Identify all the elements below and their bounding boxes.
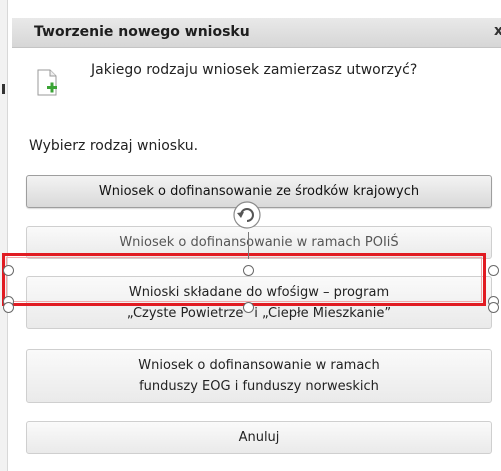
question-text: Jakiego rodzaju wniosek zamierzasz utwor… <box>91 62 418 78</box>
document-add-icon <box>37 69 57 96</box>
dialog-title: Tworzenie nowego wniosku <box>34 24 250 40</box>
option-label-line-2: funduszy EOG i funduszy norweskich <box>139 379 379 394</box>
resize-handle-bottom-right[interactable] <box>488 302 499 313</box>
option-eog-norway-funds-button[interactable]: Wniosek o dofinansowanie w ramach fundus… <box>26 349 492 403</box>
option-label-line-2: „Czyste Powietrze” i „Ciepłe Mieszkanie” <box>126 305 392 321</box>
rotation-stem <box>248 232 249 259</box>
rotate-handle-icon[interactable] <box>232 200 262 230</box>
resize-handle-top-right[interactable] <box>488 265 499 276</box>
resize-handle-top[interactable] <box>243 265 254 276</box>
new-application-dialog: Tworzenie nowego wniosku x Jakiego rodza… <box>12 18 501 471</box>
option-label: Wniosek o dofinansowanie ze środków kraj… <box>98 184 420 199</box>
resize-handle-top-left[interactable] <box>3 265 14 276</box>
resize-handle-bottom-left[interactable] <box>3 302 14 313</box>
option-label-line-1: Wnioski składane do wfośigw – program <box>128 284 390 300</box>
close-icon[interactable]: x <box>494 23 501 39</box>
cancel-button[interactable]: Anuluj <box>26 421 492 454</box>
option-label-line-1: Wniosek o dofinansowanie w ramach <box>138 358 380 373</box>
dialog-titlebar: Tworzenie nowego wniosku x <box>12 18 501 48</box>
option-wfosigw-program-button[interactable]: Wnioski składane do wfośigw – program „C… <box>26 276 492 329</box>
instruction-text: Wybierz rodzaj wniosku. <box>29 138 199 154</box>
option-label: Wniosek o dofinansowanie w ramach POIiŚ <box>119 235 399 250</box>
cancel-label: Anuluj <box>238 430 280 445</box>
option-poiis-button[interactable]: Wniosek o dofinansowanie w ramach POIiŚ <box>26 226 492 259</box>
background-window-edge <box>0 0 8 471</box>
resize-handle-bottom[interactable] <box>243 302 254 313</box>
background-text-fragment <box>2 84 5 94</box>
